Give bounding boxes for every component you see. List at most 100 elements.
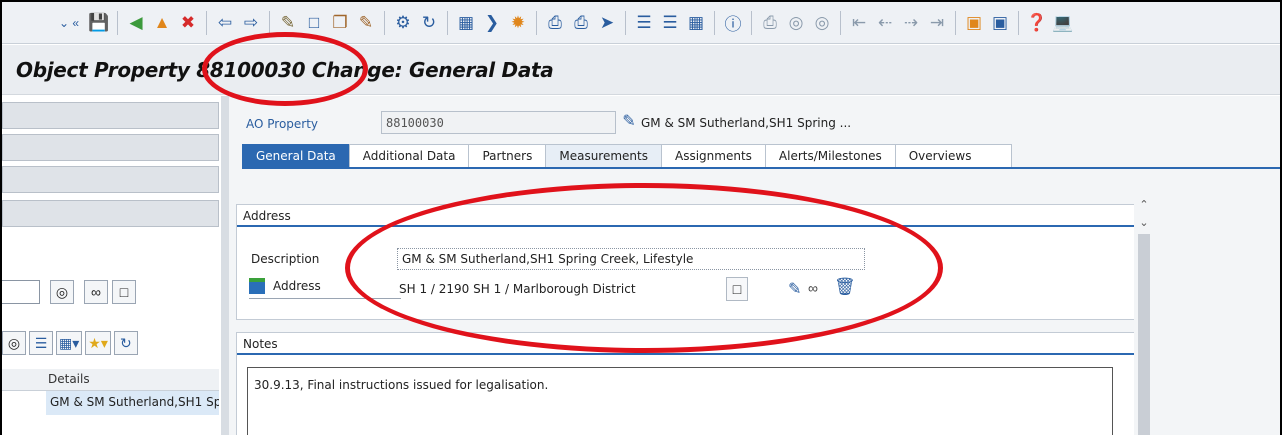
tab-assignments[interactable]: Assignments — [661, 144, 765, 168]
toolbar-separator — [536, 10, 537, 35]
description-input[interactable]: GM & SM Sutherland,SH1 Spring Creek, Lif… — [397, 248, 865, 270]
details-header-label: Details — [48, 372, 90, 386]
hierarchy-icon[interactable]: ☰ — [29, 331, 53, 355]
next-icon[interactable]: ⇨ — [240, 11, 262, 35]
prev-page-icon[interactable]: ⇠ — [874, 11, 896, 35]
shortcut-icon[interactable]: ▣ — [989, 11, 1011, 35]
glasses-icon[interactable]: ∞ — [808, 280, 818, 296]
search-input[interactable] — [2, 280, 40, 304]
toolbar-separator — [955, 10, 956, 35]
new-document-icon[interactable]: □ — [726, 277, 748, 301]
scroll-down-icon[interactable]: ⌄ — [1134, 216, 1154, 229]
tab-underline — [242, 167, 1280, 169]
back-icon[interactable]: ◀ — [125, 11, 147, 35]
tab-overviews[interactable]: Overviews — [894, 144, 1013, 168]
row-selector[interactable] — [2, 391, 46, 415]
address-group-title: Address — [237, 205, 1135, 227]
refresh-icon[interactable]: ↻ — [418, 11, 440, 35]
find-icon[interactable]: ◎ — [2, 331, 26, 355]
description-label: Description — [251, 252, 320, 266]
address-label: Address — [273, 278, 321, 293]
info-icon[interactable]: ⓘ — [722, 11, 744, 35]
panel-splitter[interactable] — [221, 96, 229, 435]
copy-icon[interactable]: ❐ — [329, 11, 351, 35]
command-field-toggle[interactable]: ⌄ « — [52, 16, 86, 30]
pencil-icon[interactable]: ✎ — [788, 279, 801, 299]
details-cell[interactable]: GM & SM Sutherland,SH1 Spr — [46, 391, 219, 415]
toolbar-separator — [1018, 10, 1019, 35]
tab-strip: General Data Additional Data Partners Me… — [242, 144, 1013, 168]
property-number-field[interactable]: 88100030 — [381, 111, 616, 134]
tab-additional-data[interactable]: Additional Data — [348, 144, 469, 168]
address-value: SH 1 / 2190 SH 1 / Marlborough District — [399, 282, 636, 296]
toolbar-separator — [206, 10, 207, 35]
notes-group-title: Notes — [237, 333, 1135, 355]
address-group: Address Description GM & SM Sutherland,S… — [236, 204, 1136, 320]
toolbar-separator — [384, 10, 385, 35]
print-preview-icon[interactable]: ⎙ — [759, 11, 781, 35]
find-icon[interactable]: ◎ — [785, 11, 807, 35]
nav-bar-4[interactable] — [2, 200, 219, 227]
address-type-icon[interactable] — [249, 277, 265, 294]
title-bar: Object Property 88100030 Change: General… — [2, 45, 1280, 95]
find-next-icon[interactable]: ◎ — [811, 11, 833, 35]
settings-icon[interactable]: ⚙ — [392, 11, 414, 35]
notes-group: Notes 30.9.13, Final instructions issued… — [236, 332, 1136, 435]
grid-icon[interactable]: ▦▾ — [56, 331, 83, 355]
nav-bar-3[interactable] — [2, 166, 219, 193]
save-icon[interactable]: 💾 — [88, 11, 110, 35]
favorites-icon[interactable]: ★▾ — [85, 331, 111, 355]
nav-bar-1[interactable] — [2, 102, 219, 129]
trash-icon[interactable]: 🗑 — [834, 277, 856, 297]
edit-icon[interactable]: ✎ — [277, 11, 299, 35]
binoculars-icon[interactable]: ◎ — [50, 280, 74, 304]
details-toolbar: ◎ ☰ ▦▾ ★▾ ↻ — [2, 330, 141, 356]
display-icon[interactable]: ❯ — [481, 11, 503, 35]
layout-icon[interactable]: ☰ — [659, 11, 681, 35]
new-document-icon[interactable]: □ — [112, 280, 136, 304]
exit-icon[interactable]: ▲ — [151, 11, 173, 35]
left-navigation-panel: ◎ ∞ □ ◎ ☰ ▦▾ ★▾ ↻ Details GM & SM Suther… — [2, 96, 221, 435]
details-column-header: Details — [2, 369, 219, 391]
main-content: AO Property 88100030 ✎ GM & SM Sutherlan… — [229, 96, 1280, 435]
cancel-icon[interactable]: ✖ — [177, 11, 199, 35]
property-description: GM & SM Sutherland,SH1 Spring ... — [641, 116, 852, 130]
scrollbar-thumb[interactable] — [1138, 234, 1150, 435]
notes-textarea[interactable]: 30.9.13, Final instructions issued for l… — [247, 367, 1113, 435]
scroll-up-icon[interactable]: ⌃ — [1134, 198, 1154, 211]
object-type-label: AO Property — [246, 117, 319, 131]
printer-icon[interactable]: ⎙ — [570, 11, 592, 35]
toolbar-separator — [117, 10, 118, 35]
change-icon[interactable]: ✎ — [355, 11, 377, 35]
new-session-icon[interactable]: ▣ — [963, 11, 985, 35]
page-title: Object Property 88100030 Change: General… — [16, 58, 554, 82]
address-label-box: Address — [249, 273, 401, 299]
toolbar-separator — [447, 10, 448, 35]
pin-icon[interactable]: ➤ — [596, 11, 618, 35]
help-icon[interactable]: ❓ — [1026, 11, 1048, 35]
tab-alerts-milestones[interactable]: Alerts/Milestones — [764, 144, 895, 168]
customize-icon[interactable]: 💻 — [1052, 11, 1074, 35]
edit-description-icon[interactable]: ✎ — [618, 110, 640, 132]
details-row[interactable]: GM & SM Sutherland,SH1 Spr — [2, 391, 219, 415]
object-icon[interactable]: ▦ — [455, 11, 477, 35]
table-icon[interactable]: ▦ — [685, 11, 707, 35]
toolbar-separator — [714, 10, 715, 35]
toolbar-separator — [840, 10, 841, 35]
link-icon[interactable]: ✹ — [507, 11, 529, 35]
next-page-icon[interactable]: ⇢ — [900, 11, 922, 35]
glasses-icon[interactable]: ∞ — [84, 280, 108, 304]
nav-bar-2[interactable] — [2, 134, 219, 161]
print-icon[interactable]: ⎙ — [544, 11, 566, 35]
tab-general-data[interactable]: General Data — [242, 144, 349, 168]
refresh-icon[interactable]: ↻ — [113, 331, 138, 355]
tab-partners[interactable]: Partners — [468, 144, 546, 168]
vertical-scrollbar[interactable]: ⌃ ⌄ — [1134, 198, 1154, 435]
tab-measurements[interactable]: Measurements — [545, 144, 661, 168]
create-icon[interactable]: □ — [303, 11, 325, 35]
first-page-icon[interactable]: ⇤ — [848, 11, 870, 35]
prev-icon[interactable]: ⇦ — [214, 11, 236, 35]
structure-icon[interactable]: ☰ — [633, 11, 655, 35]
last-page-icon[interactable]: ⇥ — [926, 11, 948, 35]
toolbar-separator — [625, 10, 626, 35]
